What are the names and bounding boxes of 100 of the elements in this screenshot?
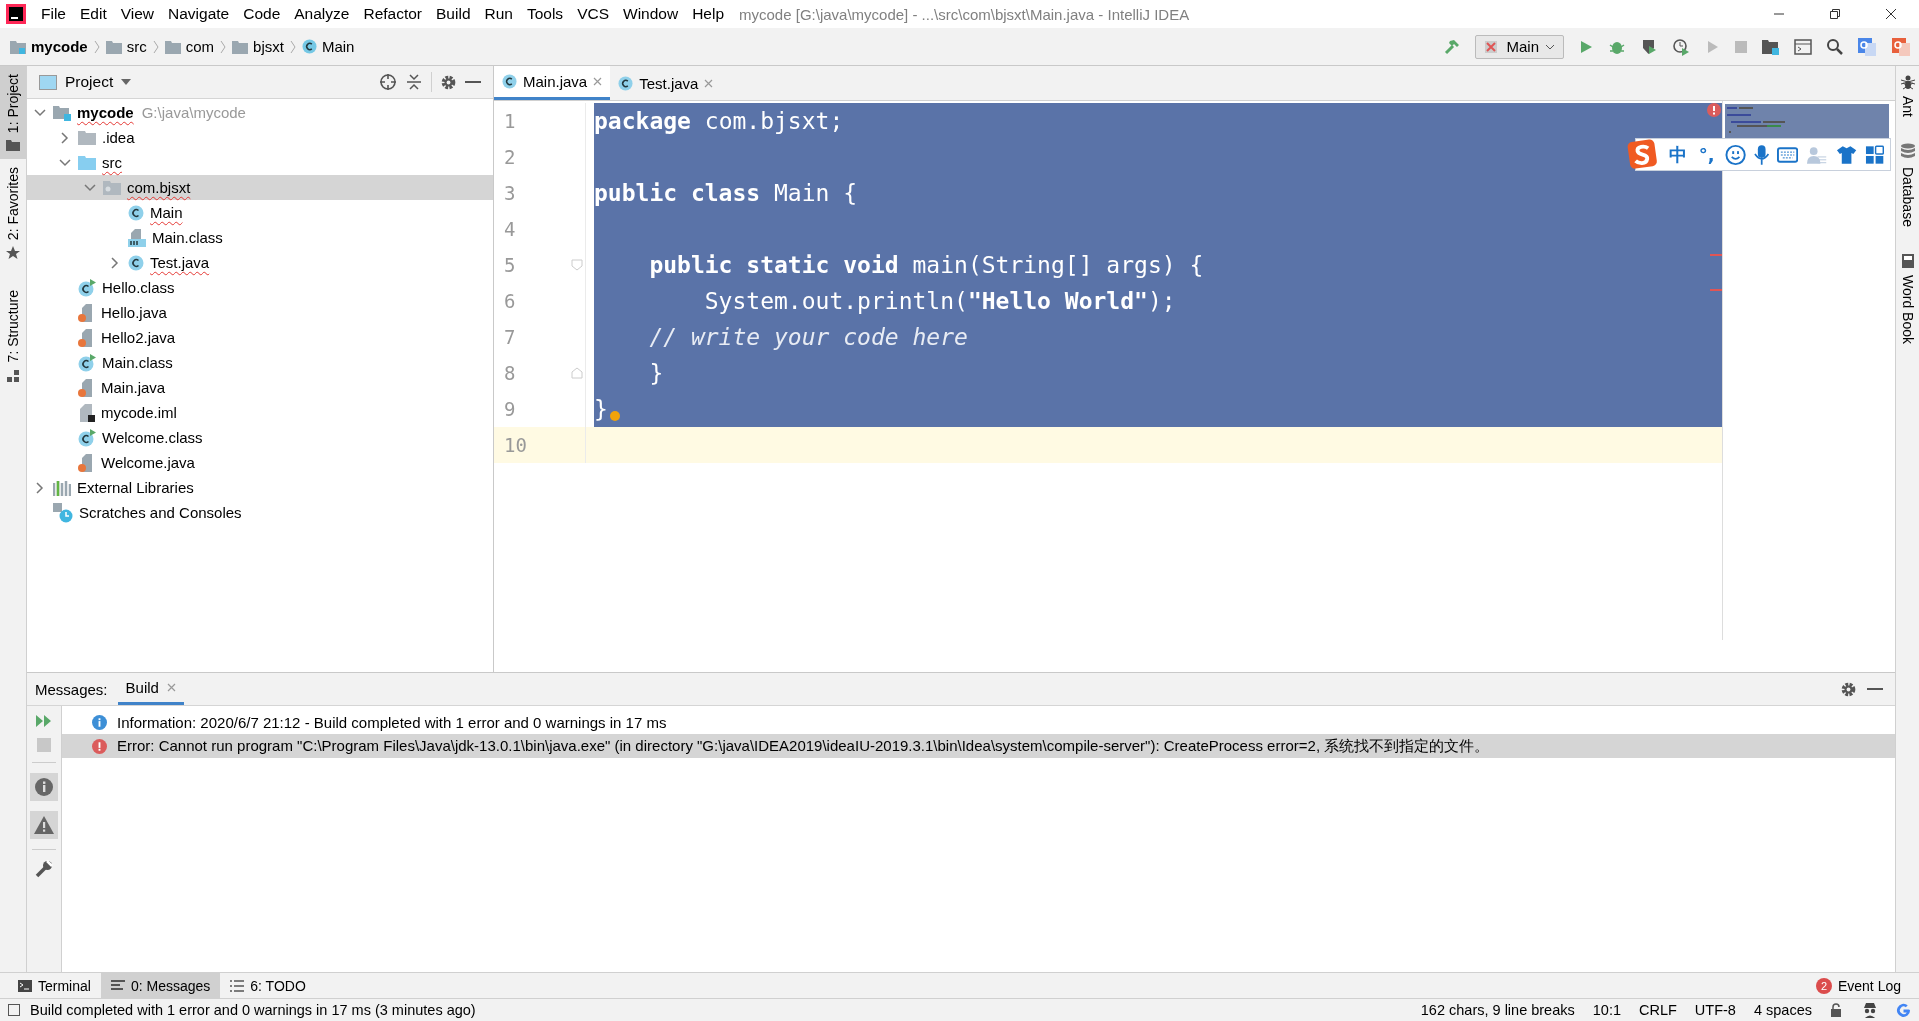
tool-window-button[interactable]: 1: Project	[0, 66, 26, 160]
run-configuration-dropdown[interactable]: Main	[1475, 34, 1564, 59]
keyboard-icon[interactable]	[1777, 146, 1799, 163]
tree-item[interactable]: Welcome.class	[27, 425, 493, 450]
menu-item[interactable]: File	[34, 5, 73, 23]
breadcrumb[interactable]: Main	[301, 38, 355, 55]
tree-item[interactable]: Hello.java	[27, 300, 493, 325]
tree-item[interactable]: Test.java	[27, 250, 493, 275]
crosshair-icon[interactable]	[379, 73, 397, 91]
chevron-icon[interactable]	[109, 256, 121, 269]
breadcrumb[interactable]: src	[105, 38, 147, 55]
breadcrumb[interactable]: bjsxt	[232, 38, 284, 55]
chevron-icon[interactable]	[84, 181, 96, 194]
collapse-all-icon[interactable]	[405, 73, 423, 91]
tool-window-button[interactable]: 7: Structure	[0, 282, 26, 391]
tree-item[interactable]: mycode.iml	[27, 400, 493, 425]
menu-item[interactable]: Navigate	[161, 5, 237, 23]
settings-icon[interactable]	[440, 73, 457, 91]
menu-item[interactable]: Run	[477, 5, 520, 23]
minimize-icon[interactable]	[465, 80, 481, 84]
tree-item[interactable]: mycode G:\java\mycode	[27, 100, 493, 125]
punctuation-toggle[interactable]: °,	[1696, 144, 1717, 165]
tool-window-button[interactable]: 2: Favorites	[0, 159, 26, 269]
menu-item[interactable]: View	[113, 5, 162, 23]
menu-item[interactable]: Refactor	[356, 5, 430, 23]
tool-window-tab[interactable]: 6: TODO	[220, 973, 316, 998]
tree-item[interactable]: Main	[27, 200, 493, 225]
warning-filter-button[interactable]	[30, 811, 58, 839]
chevron-icon[interactable]	[34, 106, 46, 119]
panel-title[interactable]: Project	[65, 73, 114, 91]
smiley-icon[interactable]	[1724, 143, 1746, 166]
settings-icon[interactable]	[1840, 680, 1857, 698]
breadcrumb[interactable]: com	[164, 38, 215, 55]
minimize-icon[interactable]	[1867, 687, 1883, 691]
tool-window-button[interactable]: Database	[1896, 135, 1919, 235]
google-icon[interactable]	[1896, 1002, 1911, 1018]
tree-item[interactable]: .idea	[27, 125, 493, 150]
menu-item[interactable]: VCS	[570, 5, 616, 23]
wrench-icon[interactable]	[35, 860, 53, 878]
menu-item[interactable]: Build	[429, 5, 478, 23]
menu-item[interactable]: Window	[616, 5, 686, 23]
tool-window-tab[interactable]: 0: Messages	[100, 973, 221, 998]
menu-item[interactable]: Edit	[73, 5, 114, 23]
menu-item[interactable]: Analyze	[287, 5, 357, 23]
caret-icon	[1545, 43, 1555, 50]
microphone-icon[interactable]	[1753, 143, 1770, 166]
run-icon[interactable]	[1578, 38, 1594, 55]
folder-grid-icon[interactable]	[1762, 38, 1780, 55]
tree-item[interactable]: External Libraries	[27, 475, 493, 500]
breadcrumb[interactable]: mycode	[10, 38, 88, 55]
close-icon[interactable]	[1885, 8, 1897, 20]
input-mode-toggle[interactable]: 中	[1666, 142, 1689, 167]
lock-icon[interactable]	[1830, 1003, 1844, 1017]
tool-window-button[interactable]: Ant	[1896, 66, 1919, 125]
tree-item[interactable]: com.bjsxt	[27, 175, 493, 200]
menu-item[interactable]: Tools	[519, 5, 571, 23]
rerun-icon[interactable]	[35, 714, 53, 728]
tree-item[interactable]: Main.java	[27, 375, 493, 400]
window-icon[interactable]	[1794, 38, 1812, 55]
info-filter-button[interactable]	[30, 773, 58, 801]
tree-item[interactable]: Hello.class	[27, 275, 493, 300]
search-icon[interactable]	[1826, 38, 1843, 55]
input-method-logo-icon[interactable]	[1626, 137, 1659, 172]
bulb-dot-icon[interactable]	[608, 410, 621, 422]
editor-tab[interactable]: Main.java	[494, 66, 611, 100]
editor-tab[interactable]: Test.java	[610, 66, 722, 100]
tree-item[interactable]: Main.class	[27, 350, 493, 375]
status-item[interactable]: 4 spaces	[1753, 1002, 1812, 1018]
inspector-icon[interactable]	[1862, 1002, 1878, 1018]
clock-run-icon[interactable]	[1672, 37, 1690, 56]
tree-item[interactable]: Hello2.java	[27, 325, 493, 350]
status-item[interactable]: 162 chars, 9 line breaks	[1420, 1002, 1575, 1018]
chevron-icon[interactable]	[59, 131, 71, 144]
fold-marker-icon[interactable]	[571, 259, 583, 271]
message-row[interactable]: Error: Cannot run program "C:\Program Files\Java\jdk-13.0.1\bin\java.exe" (in directory "G:\java\IDEA2019\ideaIU-2019.3.1\bin\Idea\system\compile-server"): CreateProcess error=2, 系统找不到指定的文件。	[62, 734, 1895, 758]
translate-icon[interactable]	[1891, 36, 1911, 57]
hammer-icon[interactable]	[1443, 37, 1462, 56]
tool-window-button[interactable]: Word Book	[1896, 244, 1919, 352]
tree-item[interactable]: Scratches and Consoles	[27, 500, 493, 525]
translate-icon[interactable]	[1857, 36, 1877, 57]
grid-icon[interactable]	[1864, 144, 1884, 165]
status-item[interactable]: 10:1	[1592, 1002, 1621, 1018]
status-item[interactable]: CRLF	[1639, 1002, 1677, 1018]
shield-icon[interactable]	[1640, 37, 1658, 56]
event-log-tab[interactable]: 2 Event Log	[1805, 973, 1911, 998]
tree-item[interactable]: Main.class	[27, 225, 493, 250]
menu-item[interactable]: Help	[685, 5, 732, 23]
shirt-icon[interactable]	[1835, 144, 1857, 165]
maximize-icon[interactable]	[1829, 8, 1841, 20]
message-row[interactable]: Information: 2020/6/7 21:12 - Build completed with 1 error and 0 warnings in 17 ms	[62, 710, 1895, 734]
status-item[interactable]: UTF-8	[1694, 1002, 1736, 1018]
menu-item[interactable]: Code	[236, 5, 288, 23]
chevron-icon[interactable]	[59, 156, 71, 169]
dropdown-icon[interactable]	[121, 79, 132, 85]
panel-toggle-icon[interactable]	[8, 1004, 20, 1016]
tree-item[interactable]: Welcome.java	[27, 450, 493, 475]
tree-item[interactable]: src	[27, 150, 493, 175]
fold-marker-icon[interactable]	[571, 367, 583, 379]
tool-window-tab[interactable]: Terminal	[8, 973, 101, 998]
chevron-icon[interactable]	[34, 481, 46, 494]
